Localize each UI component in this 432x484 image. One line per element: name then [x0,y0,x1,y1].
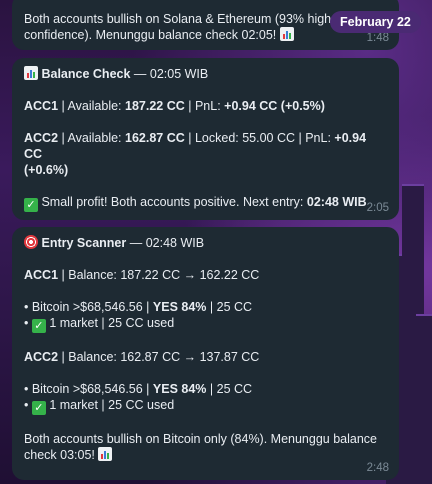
acc2-balance-line: ACC2 | Balance: 162.87 CC → 137.87 CC [24,350,260,364]
footer-line: check 03:05! [24,448,95,462]
bar-chart-icon [98,447,113,461]
acc1-balance-line: ACC1 | Available: 187.22 CC | PnL: +0.94… [24,99,325,113]
message-title-time: — 02:48 WIB [126,236,205,250]
message-text: confidence). Menunggu balance check 02:0… [24,28,277,42]
date-pill: February 22 [330,11,421,33]
acc2-bet-line: • Bitcoin >$68,546.56 | YES 84% | 25 CC [24,382,253,396]
check-mark-icon: ✓ [24,198,38,212]
message-time: 2:05 [366,202,389,214]
bar-chart-icon [279,27,294,41]
check-mark-icon: ✓ [31,401,46,415]
acc2-pnl-percent: (+0.6%) [24,163,69,177]
target-icon [24,235,38,249]
message-bubble[interactable]: Entry Scanner — 02:48 WIB ACC1 | Balance… [12,227,399,480]
acc1-bet-line: • Bitcoin >$68,546.56 | YES 84% | 25 CC [24,300,253,314]
acc1-balance-line: ACC1 | Balance: 187.22 CC → 162.22 CC [24,268,260,282]
acc1-market-line: • ✓ 1 market | 25 CC used [24,316,175,333]
summary-line: ✓ Small profit! Both accounts positive. … [24,194,387,212]
acc2-balance-line: ACC2 | Available: 162.87 CC | Locked: 55… [24,131,367,161]
message-title: Entry Scanner [41,236,127,250]
message-title: Balance Check [41,67,131,81]
message-title-time: — 02:05 WIB [130,67,209,81]
footer-line: Both accounts bullish on Bitcoin only (8… [24,432,377,446]
acc2-market-line: • ✓ 1 market | 25 CC used [24,398,175,415]
message-time: 2:48 [366,462,389,474]
check-mark-icon: ✓ [31,319,46,333]
bar-chart-icon [24,66,38,80]
message-bubble[interactable]: Balance Check — 02:05 WIB ACC1 | Availab… [12,58,399,220]
